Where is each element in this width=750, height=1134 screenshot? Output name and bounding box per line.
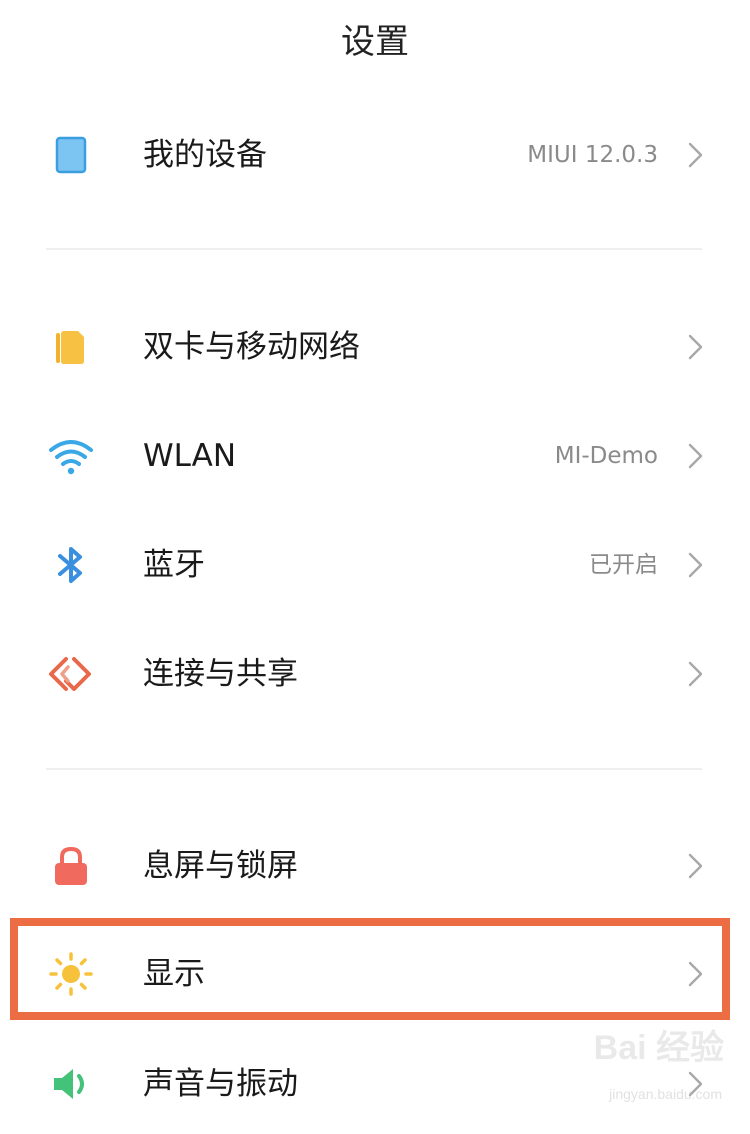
settings-item-value: MIUI 12.0.3 — [527, 142, 658, 168]
section-divider — [46, 768, 702, 770]
wifi-icon — [46, 431, 96, 481]
speaker-icon — [46, 1059, 96, 1109]
watermark-logo: Bai 经验 — [593, 1029, 724, 1067]
bluetooth-icon — [46, 540, 96, 590]
settings-item-my-device[interactable]: 我的设备 MIUI 12.0.3 — [0, 105, 750, 205]
settings-item-value: MI-Demo — [554, 443, 658, 469]
connection-share-icon — [46, 649, 96, 699]
chevron-right-icon — [686, 960, 706, 988]
settings-item-label: 显示 — [143, 956, 205, 992]
lock-icon — [46, 841, 96, 891]
sun-icon — [46, 949, 96, 999]
settings-item-wlan[interactable]: WLAN MI-Demo — [0, 406, 750, 506]
chevron-right-icon — [686, 442, 706, 470]
settings-item-bluetooth[interactable]: 蓝牙 已开启 — [0, 515, 750, 615]
settings-item-connection-share[interactable]: 连接与共享 — [0, 624, 750, 724]
settings-item-label: 我的设备 — [143, 137, 267, 173]
watermark-url: jingyan.baidu.com — [609, 1086, 722, 1102]
sim-card-icon — [46, 322, 96, 372]
section-divider — [46, 248, 702, 250]
chevron-right-icon — [686, 333, 706, 361]
page-title: 设置 — [341, 22, 409, 62]
settings-item-label: 双卡与移动网络 — [143, 329, 360, 365]
chevron-right-icon — [686, 852, 706, 880]
settings-item-label: 蓝牙 — [143, 547, 205, 583]
chevron-right-icon — [686, 141, 706, 169]
settings-item-label: 声音与振动 — [143, 1066, 298, 1102]
settings-item-display[interactable]: 显示 — [0, 924, 750, 1024]
settings-item-label: 连接与共享 — [143, 656, 298, 692]
settings-item-lock-screen[interactable]: 息屏与锁屏 — [0, 816, 750, 916]
settings-item-sim[interactable]: 双卡与移动网络 — [0, 297, 750, 397]
device-icon — [46, 130, 96, 180]
chevron-right-icon — [686, 660, 706, 688]
chevron-right-icon — [686, 551, 706, 579]
baidu-jingyan-watermark: Bai 经验 jingyan.baidu.com — [574, 1014, 724, 1104]
settings-item-label: WLAN — [143, 438, 237, 474]
settings-item-value: 已开启 — [589, 552, 658, 578]
settings-item-label: 息屏与锁屏 — [143, 848, 298, 884]
